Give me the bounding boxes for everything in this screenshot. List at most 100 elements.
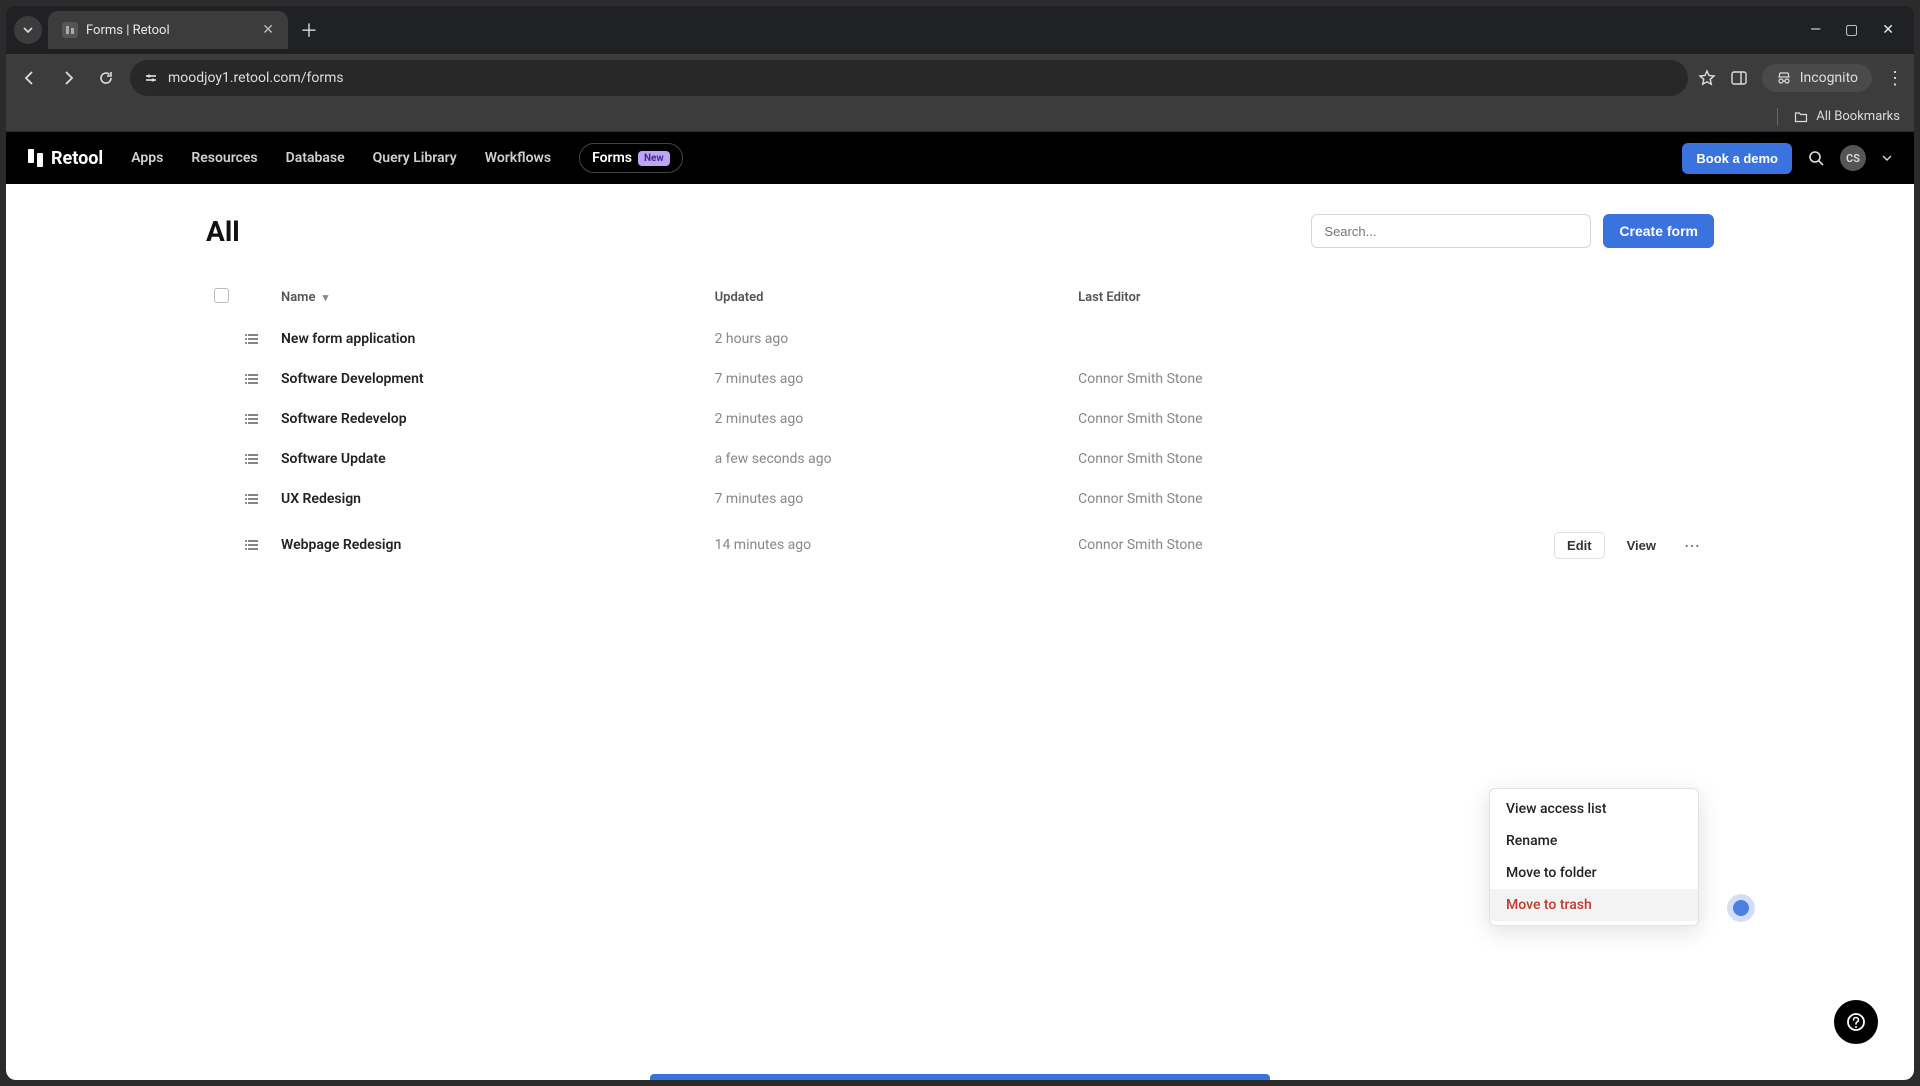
- bookmarks-bar: All Bookmarks: [6, 102, 1914, 132]
- column-header-last-editor[interactable]: Last Editor: [1070, 276, 1454, 319]
- app-viewport: Retool Apps Resources Database Query Lib…: [6, 132, 1914, 1080]
- nav-apps[interactable]: Apps: [131, 150, 163, 166]
- row-name: New form application: [273, 319, 707, 359]
- favicon-icon: [62, 22, 78, 38]
- all-bookmarks-button[interactable]: All Bookmarks: [1794, 109, 1900, 124]
- page-title: All: [206, 215, 240, 248]
- row-editor: Connor Smith Stone: [1070, 359, 1454, 399]
- reload-icon: [98, 70, 114, 86]
- nav-resources[interactable]: Resources: [191, 150, 257, 166]
- row-editor: Connor Smith Stone: [1070, 479, 1454, 519]
- tab-title: Forms | Retool: [86, 23, 170, 38]
- row-editor: [1070, 319, 1454, 359]
- column-header-name[interactable]: Name ▾: [273, 276, 707, 319]
- user-menu-caret[interactable]: [1882, 153, 1892, 163]
- tab-search-button[interactable]: [14, 16, 42, 44]
- table-row[interactable]: New form application2 hours ago: [206, 319, 1714, 359]
- row-updated: 7 minutes ago: [707, 479, 1071, 519]
- star-icon: [1698, 69, 1716, 87]
- menu-view-access-list[interactable]: View access list: [1490, 793, 1698, 825]
- site-settings-icon: [144, 71, 158, 85]
- cursor-indicator: [1731, 898, 1751, 918]
- incognito-icon: [1776, 70, 1792, 86]
- folder-icon: [1794, 110, 1808, 124]
- app-header: Retool Apps Resources Database Query Lib…: [6, 132, 1914, 184]
- new-tab-button[interactable]: ＋: [300, 17, 318, 43]
- incognito-label: Incognito: [1800, 70, 1858, 86]
- row-name: Software Update: [273, 439, 707, 479]
- panel-icon: [1730, 69, 1748, 87]
- all-bookmarks-label: All Bookmarks: [1816, 109, 1900, 124]
- arrow-right-icon: [59, 69, 77, 87]
- badge-new: New: [638, 151, 670, 166]
- chevron-down-icon: [1882, 153, 1892, 163]
- row-context-menu: View access list Rename Move to folder M…: [1489, 788, 1699, 926]
- search-icon: [1808, 150, 1824, 166]
- form-icon: [237, 479, 273, 519]
- row-name: Software Development: [273, 359, 707, 399]
- select-all-checkbox[interactable]: [214, 288, 229, 303]
- nav-back-button[interactable]: [16, 64, 44, 92]
- window-close-button[interactable]: ✕: [1882, 22, 1894, 38]
- browser-tab-active[interactable]: Forms | Retool ✕: [48, 11, 288, 49]
- row-editor: Connor Smith Stone: [1070, 399, 1454, 439]
- incognito-indicator[interactable]: Incognito: [1762, 64, 1872, 92]
- search-input[interactable]: [1311, 214, 1591, 248]
- browser-toolbar: moodjoy1.retool.com/forms Incognito ⋮: [6, 54, 1914, 102]
- brand-logo[interactable]: Retool: [28, 148, 103, 169]
- row-editor: Connor Smith Stone: [1070, 519, 1454, 571]
- row-view-button[interactable]: View: [1615, 533, 1668, 558]
- bookmark-star-button[interactable]: [1698, 69, 1716, 87]
- browser-menu-button[interactable]: ⋮: [1886, 68, 1904, 89]
- page-content: All Create form Name ▾ Updated: [6, 184, 1914, 571]
- row-updated: 2 hours ago: [707, 319, 1071, 359]
- form-icon: [237, 399, 273, 439]
- arrow-left-icon: [21, 69, 39, 87]
- nav-reload-button[interactable]: [92, 64, 120, 92]
- nav-forward-button[interactable]: [54, 64, 82, 92]
- row-name: Webpage Redesign: [273, 519, 707, 571]
- table-row[interactable]: Webpage Redesign14 minutes agoConnor Smi…: [206, 519, 1714, 571]
- form-icon: [237, 359, 273, 399]
- row-edit-button[interactable]: Edit: [1554, 532, 1605, 559]
- row-updated: 14 minutes ago: [707, 519, 1071, 571]
- row-name: UX Redesign: [273, 479, 707, 519]
- sort-caret-icon: ▾: [323, 291, 329, 304]
- row-updated: a few seconds ago: [707, 439, 1071, 479]
- window-minimize-button[interactable]: —: [1810, 22, 1821, 38]
- nav-database[interactable]: Database: [286, 150, 345, 166]
- table-row[interactable]: Software Redevelop2 minutes agoConnor Sm…: [206, 399, 1714, 439]
- menu-rename[interactable]: Rename: [1490, 825, 1698, 857]
- help-button[interactable]: [1834, 1000, 1878, 1044]
- nav-query-library[interactable]: Query Library: [373, 150, 457, 166]
- nav-workflows[interactable]: Workflows: [485, 150, 551, 166]
- forms-table: Name ▾ Updated Last Editor New form appl…: [206, 276, 1714, 571]
- user-avatar[interactable]: CS: [1840, 145, 1866, 171]
- toast-peek: [650, 1074, 1270, 1080]
- table-row[interactable]: Software Development7 minutes agoConnor …: [206, 359, 1714, 399]
- header-search-button[interactable]: [1808, 150, 1824, 166]
- menu-move-to-folder[interactable]: Move to folder: [1490, 857, 1698, 889]
- window-maximize-button[interactable]: ▢: [1845, 22, 1858, 38]
- help-icon: [1846, 1012, 1866, 1032]
- form-icon: [237, 519, 273, 571]
- form-icon: [237, 439, 273, 479]
- column-header-updated[interactable]: Updated: [707, 276, 1071, 319]
- create-form-button[interactable]: Create form: [1603, 214, 1714, 248]
- row-more-button[interactable]: ⋯: [1678, 531, 1706, 559]
- table-row[interactable]: UX Redesign7 minutes agoConnor Smith Sto…: [206, 479, 1714, 519]
- table-row[interactable]: Software Updatea few seconds agoConnor S…: [206, 439, 1714, 479]
- menu-move-to-trash[interactable]: Move to trash: [1490, 889, 1698, 921]
- row-name: Software Redevelop: [273, 399, 707, 439]
- tab-close-button[interactable]: ✕: [262, 22, 274, 38]
- form-icon: [237, 319, 273, 359]
- row-updated: 7 minutes ago: [707, 359, 1071, 399]
- address-bar[interactable]: moodjoy1.retool.com/forms: [130, 60, 1688, 96]
- brand-name: Retool: [51, 148, 103, 169]
- panel-toggle-button[interactable]: [1730, 69, 1748, 87]
- nav-forms[interactable]: Forms New: [579, 143, 683, 173]
- book-demo-button[interactable]: Book a demo: [1682, 143, 1792, 174]
- logo-mark-icon: [28, 149, 43, 167]
- browser-tabstrip: Forms | Retool ✕ ＋ — ▢ ✕: [6, 6, 1914, 54]
- row-updated: 2 minutes ago: [707, 399, 1071, 439]
